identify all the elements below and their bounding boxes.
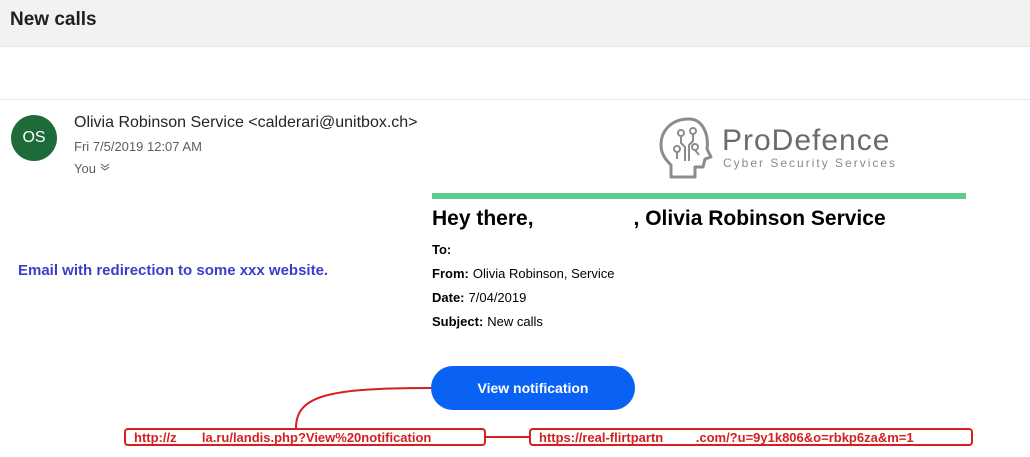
destination-url-box: https://real-flirtpartn .com/?u=9y1k806&… xyxy=(529,428,973,446)
callout-line-left xyxy=(295,387,432,429)
redirect-url: http://z la.ru/landis.php?View%20notific… xyxy=(134,429,432,445)
callout-lines xyxy=(295,387,529,438)
destination-url: https://real-flirtpartn .com/?u=9y1k806&… xyxy=(539,429,914,445)
redirect-url-box: http://z la.ru/landis.php?View%20notific… xyxy=(124,428,486,446)
